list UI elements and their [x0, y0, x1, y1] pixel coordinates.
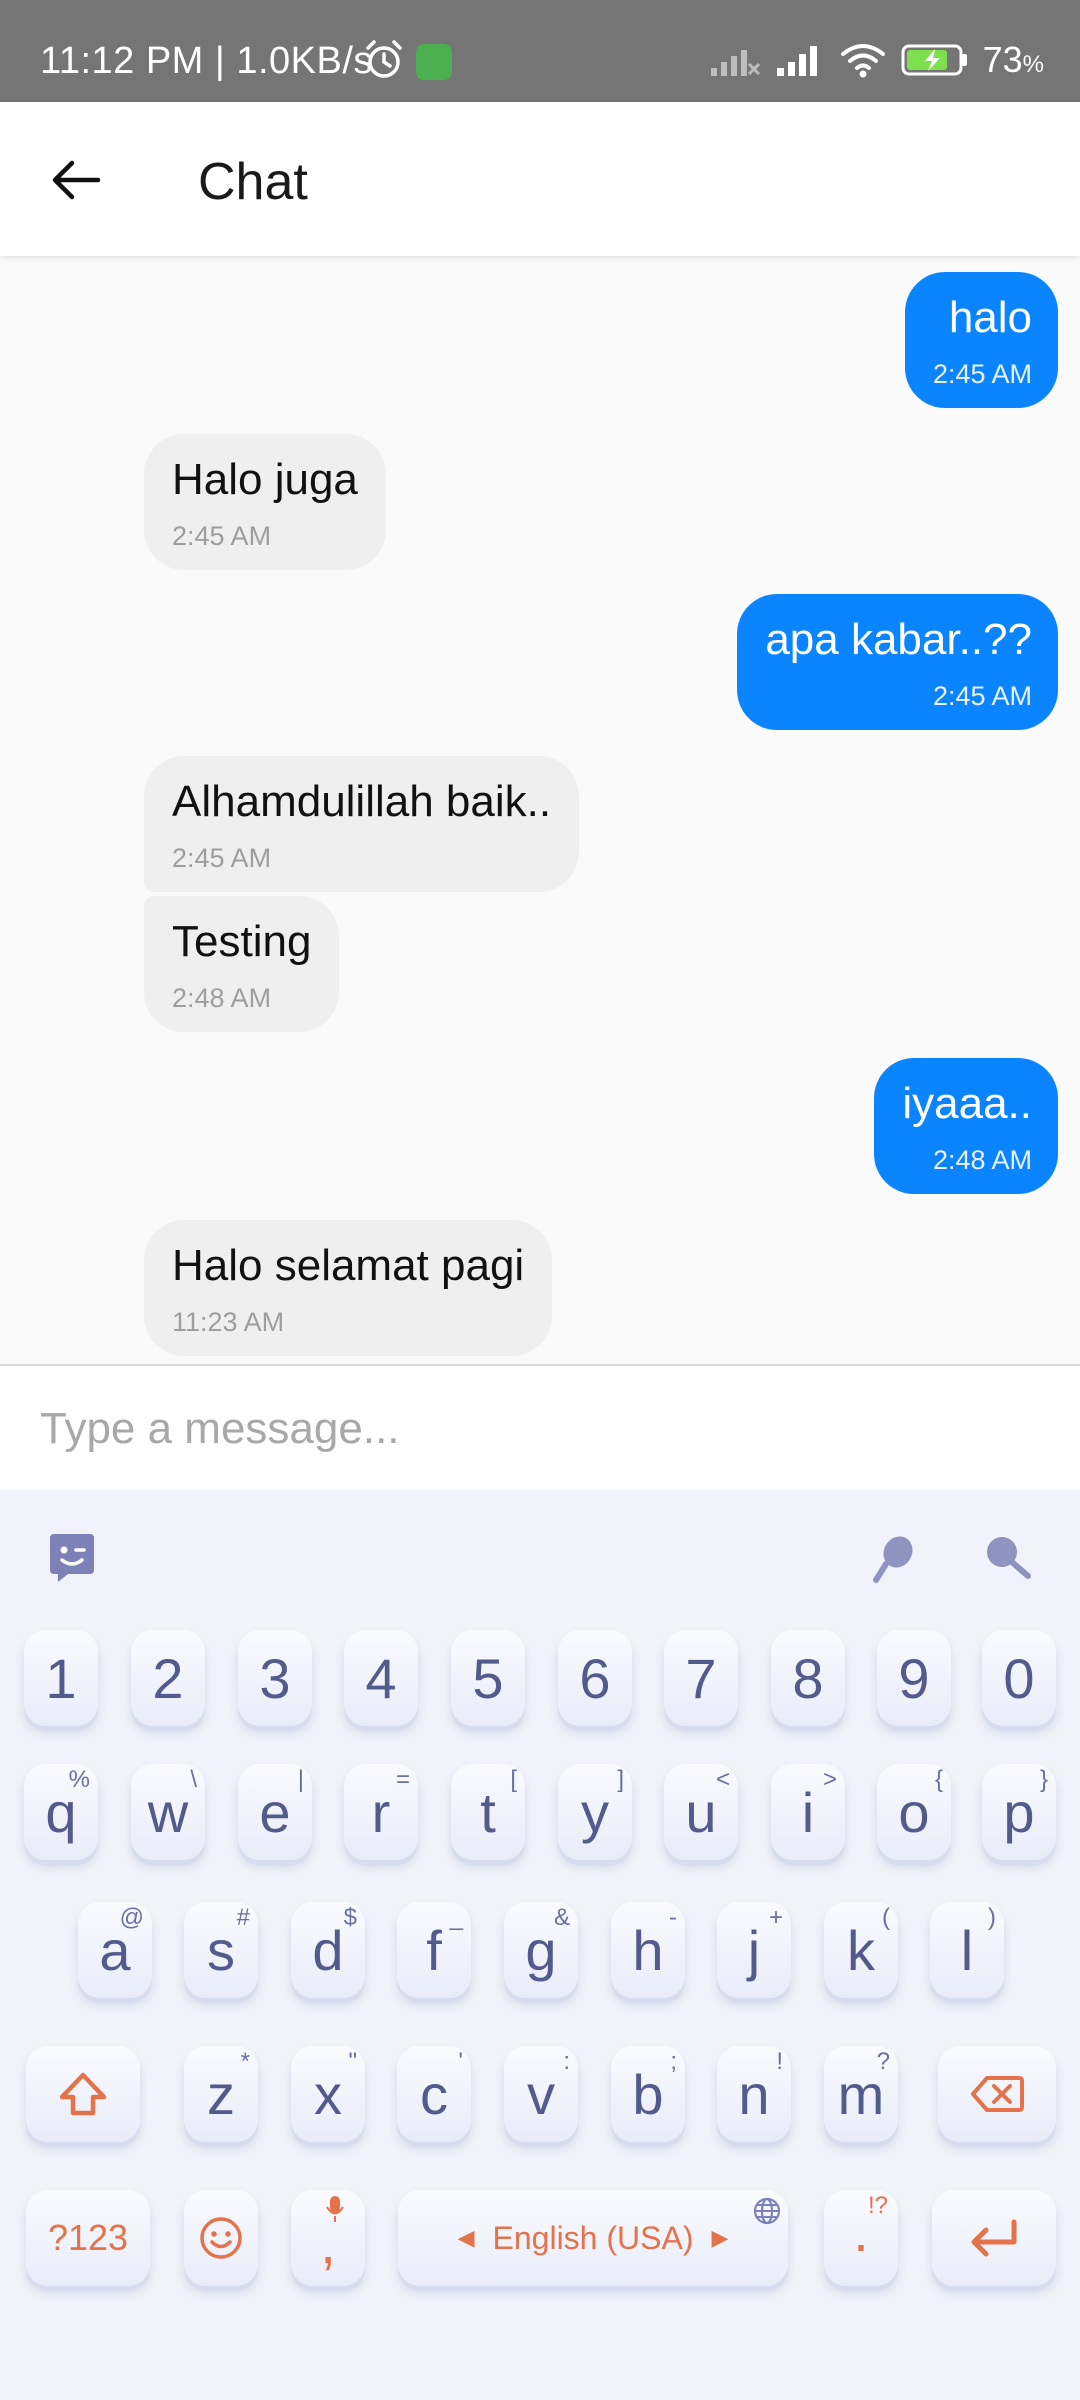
- key-r[interactable]: r =: [344, 1764, 418, 1860]
- key-x[interactable]: x ": [291, 2046, 365, 2142]
- key-h[interactable]: h-: [611, 1902, 685, 1998]
- key-w[interactable]: w \: [131, 1764, 205, 1860]
- battery-percent: 73%: [982, 39, 1044, 80]
- key-o[interactable]: o{: [877, 1764, 951, 1860]
- space-bar[interactable]: ◀ English (USA) ▶: [398, 2190, 788, 2286]
- key-g[interactable]: g &: [504, 1902, 578, 1998]
- app-bar: Chat: [0, 102, 1080, 256]
- back-button[interactable]: [40, 148, 112, 212]
- status-indicators: 73%: [709, 38, 1044, 82]
- sticker-button[interactable]: [40, 1526, 104, 1590]
- message-composer: [0, 1364, 1080, 1490]
- microphone-icon: [873, 1536, 913, 1583]
- message-bubble-outgoing[interactable]: iyaaa.. 2:48 AM: [874, 1058, 1058, 1194]
- message-text: Halo juga: [172, 455, 358, 504]
- key-a[interactable]: a @: [78, 1902, 152, 1998]
- arrow-left-icon: [52, 160, 101, 200]
- page-title: Chat: [198, 153, 308, 211]
- key-8[interactable]: 8: [771, 1630, 845, 1726]
- message-time: 2:45 AM: [172, 843, 272, 873]
- message-time: 2:45 AM: [932, 681, 1032, 711]
- caret-left-icon: ◀: [457, 2225, 475, 2250]
- key-5[interactable]: 5: [451, 1630, 525, 1726]
- message-time: 2:45 AM: [172, 521, 272, 551]
- wifi-icon: [840, 44, 885, 78]
- period-button[interactable]: . !?: [824, 2190, 898, 2286]
- search-icon: [987, 1537, 1031, 1579]
- message-input[interactable]: [38, 1396, 1042, 1462]
- backspace-button[interactable]: [938, 2046, 1056, 2142]
- message-time: 2:48 AM: [172, 983, 272, 1013]
- language-label: English (USA): [492, 2219, 694, 2256]
- sticker-icon: [50, 1534, 94, 1582]
- key-q[interactable]: q%: [24, 1764, 98, 1860]
- key-f[interactable]: f _: [397, 1902, 471, 1998]
- key-z[interactable]: z *: [184, 2046, 258, 2142]
- key-m[interactable]: m?: [824, 2046, 898, 2142]
- app-notification-icon: [416, 44, 452, 80]
- key-k[interactable]: k(: [824, 1902, 898, 1998]
- emoji-button[interactable]: [184, 2190, 258, 2286]
- message-list[interactable]: halo 2:45 AM Halo juga 2:45 AM apa kabar…: [0, 256, 1080, 1364]
- key-y[interactable]: y]: [558, 1764, 632, 1860]
- message-time: 2:45 AM: [932, 359, 1032, 389]
- message-text: Alhamdulillah baik..: [172, 777, 552, 826]
- key-4[interactable]: 4: [344, 1630, 418, 1726]
- search-button[interactable]: [976, 1526, 1040, 1590]
- backspace-icon: [971, 2076, 1024, 2112]
- key-j[interactable]: j +: [717, 1902, 791, 1998]
- key-3[interactable]: 3: [238, 1630, 312, 1726]
- signal-off-icon: [710, 50, 760, 76]
- key-i[interactable]: i >: [771, 1764, 845, 1860]
- key-6[interactable]: 6: [558, 1630, 632, 1726]
- symbols-button[interactable]: ?123: [26, 2190, 150, 2286]
- message-bubble-incoming[interactable]: Halo selamat pagi 11:23 AM: [144, 1220, 553, 1356]
- message-time: 11:23 AM: [172, 1307, 285, 1337]
- message-text: apa kabar..??: [765, 615, 1032, 664]
- battery-charging-icon: [901, 44, 967, 76]
- key-b[interactable]: b;: [611, 2046, 685, 2142]
- message-bubble-outgoing[interactable]: halo 2:45 AM: [904, 272, 1058, 408]
- key-u[interactable]: u <: [664, 1764, 738, 1860]
- key-9[interactable]: 9: [877, 1630, 951, 1726]
- signal-icon: [776, 46, 817, 76]
- key-v[interactable]: v:: [504, 2046, 578, 2142]
- key-2[interactable]: 2: [131, 1630, 205, 1726]
- message-text: halo: [948, 293, 1032, 342]
- key-n[interactable]: n!: [717, 2046, 791, 2142]
- message-bubble-incoming[interactable]: Testing 2:48 AM: [144, 896, 340, 1032]
- caret-right-icon: ▶: [711, 2225, 729, 2250]
- key-t[interactable]: t[: [451, 1764, 525, 1860]
- key-e[interactable]: e |: [238, 1764, 312, 1860]
- microphone-small-icon: [326, 2196, 344, 2222]
- comma-button[interactable]: ,: [291, 2190, 365, 2286]
- status-time-speed: 11:12 PM | 1.0KB/s: [40, 40, 373, 82]
- message-bubble-incoming[interactable]: Halo juga 2:45 AM: [144, 434, 386, 570]
- key-d[interactable]: d $: [291, 1902, 365, 1998]
- status-bar: 11:12 PM | 1.0KB/s 73%: [0, 0, 1080, 102]
- key-1[interactable]: 1: [24, 1630, 98, 1726]
- shift-button[interactable]: [26, 2046, 140, 2142]
- key-l[interactable]: l): [930, 1902, 1004, 1998]
- alarm-icon: [366, 40, 402, 78]
- message-time: 2:48 AM: [932, 1145, 1032, 1175]
- enter-icon: [971, 2219, 1017, 2257]
- enter-button[interactable]: [932, 2190, 1056, 2286]
- voice-button[interactable]: [862, 1526, 926, 1590]
- message-text: Testing: [172, 917, 312, 966]
- key-p[interactable]: p}: [982, 1764, 1056, 1860]
- message-bubble-outgoing[interactable]: apa kabar..?? 2:45 AM: [737, 594, 1058, 730]
- globe-icon: [753, 2197, 781, 2225]
- message-text: iyaaa..: [902, 1079, 1032, 1128]
- message-text: Halo selamat pagi: [172, 1241, 525, 1290]
- key-s[interactable]: s #: [184, 1902, 258, 1998]
- key-c[interactable]: c ': [397, 2046, 471, 2142]
- key-0[interactable]: 0: [982, 1630, 1056, 1726]
- emoji-icon: [200, 2217, 242, 2259]
- shift-icon: [59, 2072, 107, 2116]
- keyboard: 1 2 3 4 5 6 7 8 9 0 q% w \ e | r = t[ y] u <…: [0, 1490, 1080, 2400]
- message-bubble-incoming[interactable]: Alhamdulillah baik.. 2:45 AM: [144, 756, 580, 892]
- key-7[interactable]: 7: [664, 1630, 738, 1726]
